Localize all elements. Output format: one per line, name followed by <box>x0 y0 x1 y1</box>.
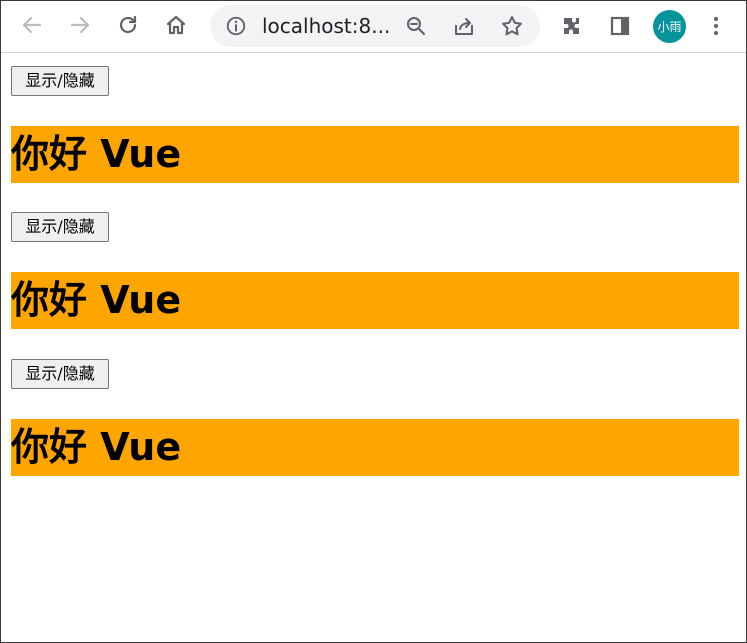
side-panel-button[interactable] <box>602 8 638 44</box>
browser-toolbar: localhost:8... 小雨 <box>1 1 746 53</box>
profile-label: 小雨 <box>657 20 682 34</box>
toggle-visibility-button[interactable]: 显示/隐藏 <box>11 359 109 389</box>
hello-heading: 你好 Vue <box>11 126 739 183</box>
share-icon <box>455 18 473 35</box>
browser-menu-button[interactable] <box>698 8 734 44</box>
share-button[interactable] <box>446 8 482 44</box>
reload-button[interactable] <box>110 7 146 43</box>
bookmark-button[interactable] <box>494 8 530 44</box>
star-icon <box>502 16 522 36</box>
zoom-out-icon <box>407 17 425 35</box>
toggle-visibility-button[interactable]: 显示/隐藏 <box>11 66 109 96</box>
site-info-button[interactable] <box>224 14 248 38</box>
hello-heading: 你好 Vue <box>11 272 739 329</box>
hello-heading: 你好 Vue <box>11 419 739 476</box>
info-icon <box>226 16 246 36</box>
address-bar[interactable]: localhost:8... <box>210 5 540 47</box>
profile-avatar[interactable]: 小雨 <box>653 10 686 43</box>
back-arrow-icon <box>22 16 42 34</box>
reload-icon <box>119 15 137 34</box>
back-button[interactable] <box>14 7 50 43</box>
kebab-menu-icon <box>714 17 718 35</box>
forward-button[interactable] <box>62 7 98 43</box>
forward-arrow-icon <box>70 16 90 34</box>
extensions-button[interactable] <box>554 8 590 44</box>
browser-window: localhost:8... 小雨 显示/隐藏 你好 Vue 显示/隐藏 你好 … <box>0 0 747 643</box>
home-button[interactable] <box>158 7 194 43</box>
home-icon <box>166 15 186 35</box>
page-content: 显示/隐藏 你好 Vue 显示/隐藏 你好 Vue 显示/隐藏 你好 Vue <box>1 53 746 642</box>
toggle-visibility-button[interactable]: 显示/隐藏 <box>11 212 109 242</box>
side-panel-icon <box>610 16 630 36</box>
zoom-button[interactable] <box>398 8 434 44</box>
puzzle-icon <box>564 18 579 34</box>
url-text[interactable]: localhost:8... <box>262 14 390 38</box>
